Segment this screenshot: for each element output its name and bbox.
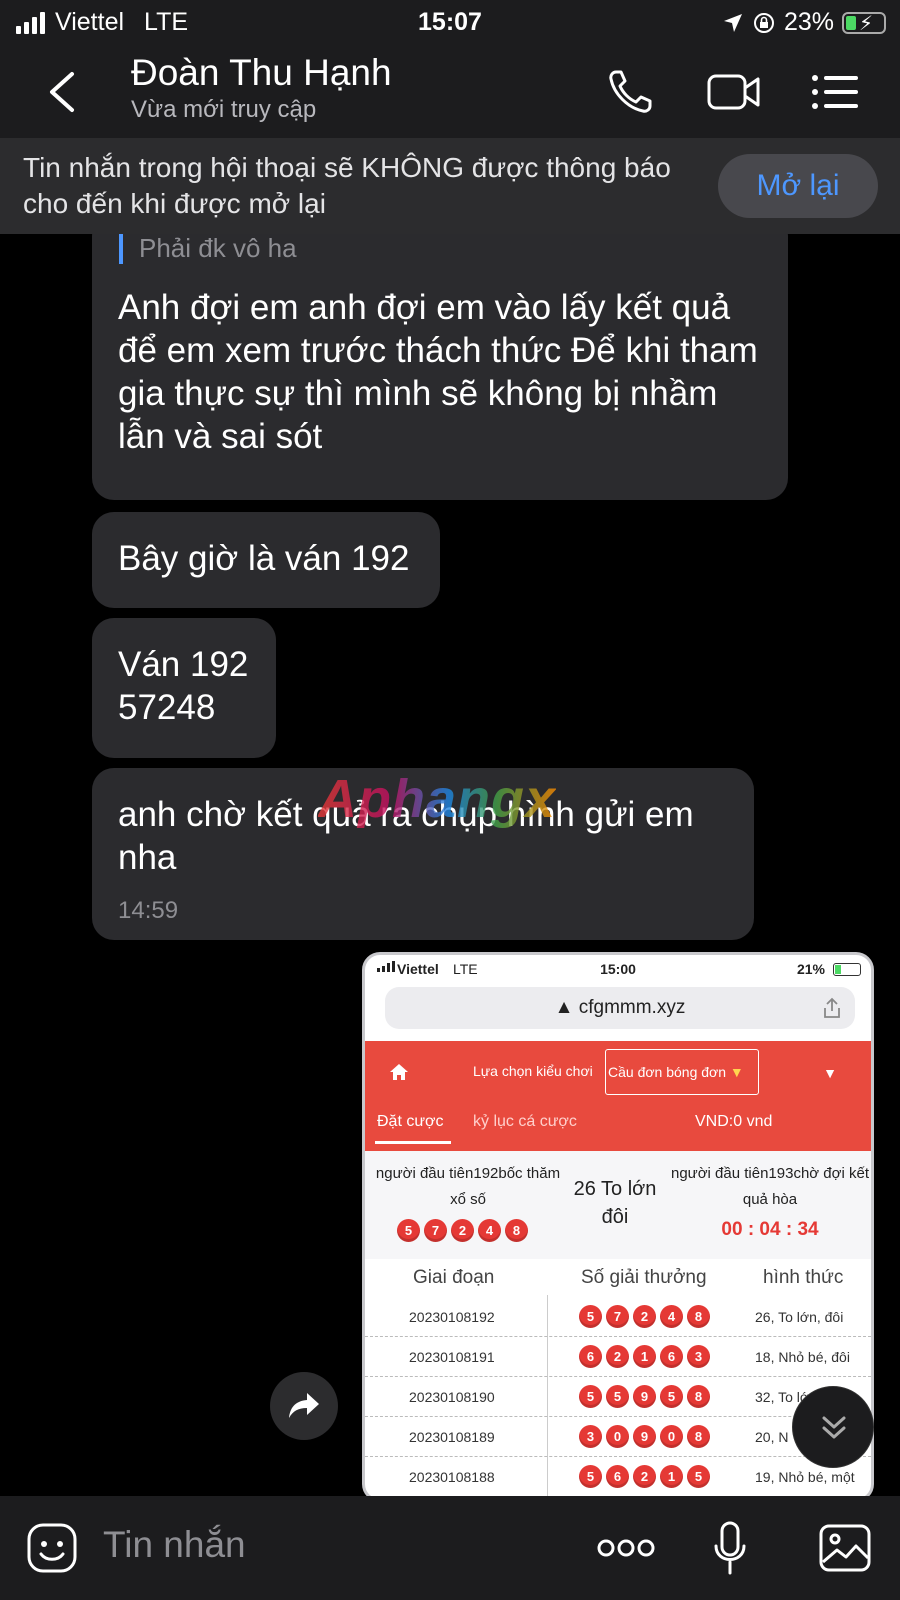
countdown-timer: 00 : 04 : 34: [721, 1219, 819, 1240]
site-nav: Lựa chọn kiểu chơi Cầu đơn bóng đơn ▼ ▼ …: [365, 1041, 871, 1151]
home-icon: [390, 1064, 408, 1080]
rotation-lock-icon: [753, 12, 774, 33]
game-type-select: Cầu đơn bóng đơn ▼: [605, 1049, 759, 1095]
gallery-image-icon[interactable]: [818, 1522, 872, 1574]
back-chevron-icon[interactable]: [40, 68, 84, 116]
table-row: 20230108191 62163 18, Nhỏ bé, đôi: [365, 1337, 871, 1377]
muted-banner: Tin nhắn trong hội thoại sẽ KHÔNG được t…: [0, 138, 900, 234]
dropdown-caret-icon: ▼: [823, 1065, 837, 1081]
warning-icon: ▲: [554, 997, 579, 1018]
forward-arrow-icon: [289, 1393, 319, 1418]
message-bubble[interactable]: Ván 192 57248: [92, 618, 276, 758]
attachment-battery-percent: 21%: [796, 961, 825, 977]
message-time: 14:59: [118, 897, 179, 924]
battery-percent: 23%: [783, 8, 834, 36]
attachment-url: cfgmmm.xyz: [578, 997, 686, 1018]
watermark-logo: Aphangx: [318, 769, 557, 829]
contact-status: Vừa mới truy cập: [131, 96, 317, 123]
double-chevron-down-icon: [822, 1416, 846, 1439]
message-bubble[interactable]: Phải đk vô ha Anh đợi em anh đợi em vào …: [92, 214, 788, 500]
column-header: Giai đoạn: [413, 1267, 495, 1288]
previous-draw-balls: 57248: [397, 1219, 532, 1242]
chat-header: Đoàn Thu Hạnh Vừa mới truy cập: [0, 46, 900, 138]
forward-button[interactable]: [270, 1372, 338, 1440]
message-bubble[interactable]: Bây giờ là ván 192: [92, 512, 440, 608]
table-row: 20230108188 56215 19, Nhỏ bé, một: [365, 1457, 871, 1497]
sticker-emoji-icon[interactable]: [26, 1522, 78, 1574]
attachment-status-bar: Viettel LTE 15:00 21%: [365, 955, 871, 985]
game-type-label: Lựa chọn kiểu chơi: [473, 1063, 593, 1079]
menu-icon[interactable]: [808, 66, 864, 118]
quoted-message[interactable]: Phải đk vô ha: [119, 232, 297, 264]
draw-info: người đầu tiên192bốc thăm xổ số 57248 26…: [365, 1151, 871, 1259]
column-header: Số giải thưởng: [581, 1267, 707, 1288]
more-options-icon[interactable]: [596, 1536, 656, 1560]
column-header: hình thức: [763, 1267, 844, 1288]
previous-result-summary: 26 To lớn đôi: [573, 1178, 657, 1228]
attachment-clock: 15:00: [600, 961, 636, 977]
location-icon: [723, 13, 742, 32]
message-text-line: 57248: [118, 688, 216, 727]
share-icon: [824, 997, 840, 1018]
table-row: 20230108192 57248 26, To lớn, đôi: [365, 1297, 871, 1337]
tab-bet-history: kỷ lục cá cược: [473, 1113, 577, 1130]
video-call-icon[interactable]: [706, 66, 762, 118]
balance-label: VND:0 vnd: [695, 1113, 773, 1130]
tab-bet: Đặt cược: [377, 1113, 444, 1130]
reopen-button[interactable]: Mở lại: [718, 154, 878, 218]
message-text-line: Ván 192: [118, 645, 249, 684]
message-composer: Tin nhắn: [0, 1496, 900, 1600]
scroll-to-bottom-button[interactable]: [792, 1386, 874, 1468]
microphone-icon[interactable]: [712, 1520, 748, 1576]
contact-name[interactable]: Đoàn Thu Hạnh: [131, 52, 392, 94]
message-text: Bây giờ là ván 192: [118, 539, 410, 578]
previous-draw-text: người đầu tiên192bốc thăm xổ số: [375, 1165, 561, 1208]
status-bar: Viettel LTE 15:07 23% ⚡: [0, 0, 900, 46]
attachment-url-bar: ▲ cfgmmm.xyz: [385, 987, 855, 1029]
results-table-header: Giai đoạn Số giải thưởng hình thức: [365, 1261, 871, 1297]
attachment-battery-icon: [833, 963, 861, 976]
next-draw-text: người đầu tiên193chờ đợi kết quả hòa: [670, 1165, 869, 1208]
phone-icon[interactable]: [604, 66, 660, 118]
tab-underline: [375, 1141, 451, 1144]
message-input[interactable]: Tin nhắn: [103, 1524, 246, 1566]
message-text: Anh đợi em anh đợi em vào lấy kết quả để…: [118, 288, 758, 456]
battery-icon: ⚡: [842, 11, 886, 35]
muted-banner-text: Tin nhắn trong hội thoại sẽ KHÔNG được t…: [23, 152, 671, 219]
